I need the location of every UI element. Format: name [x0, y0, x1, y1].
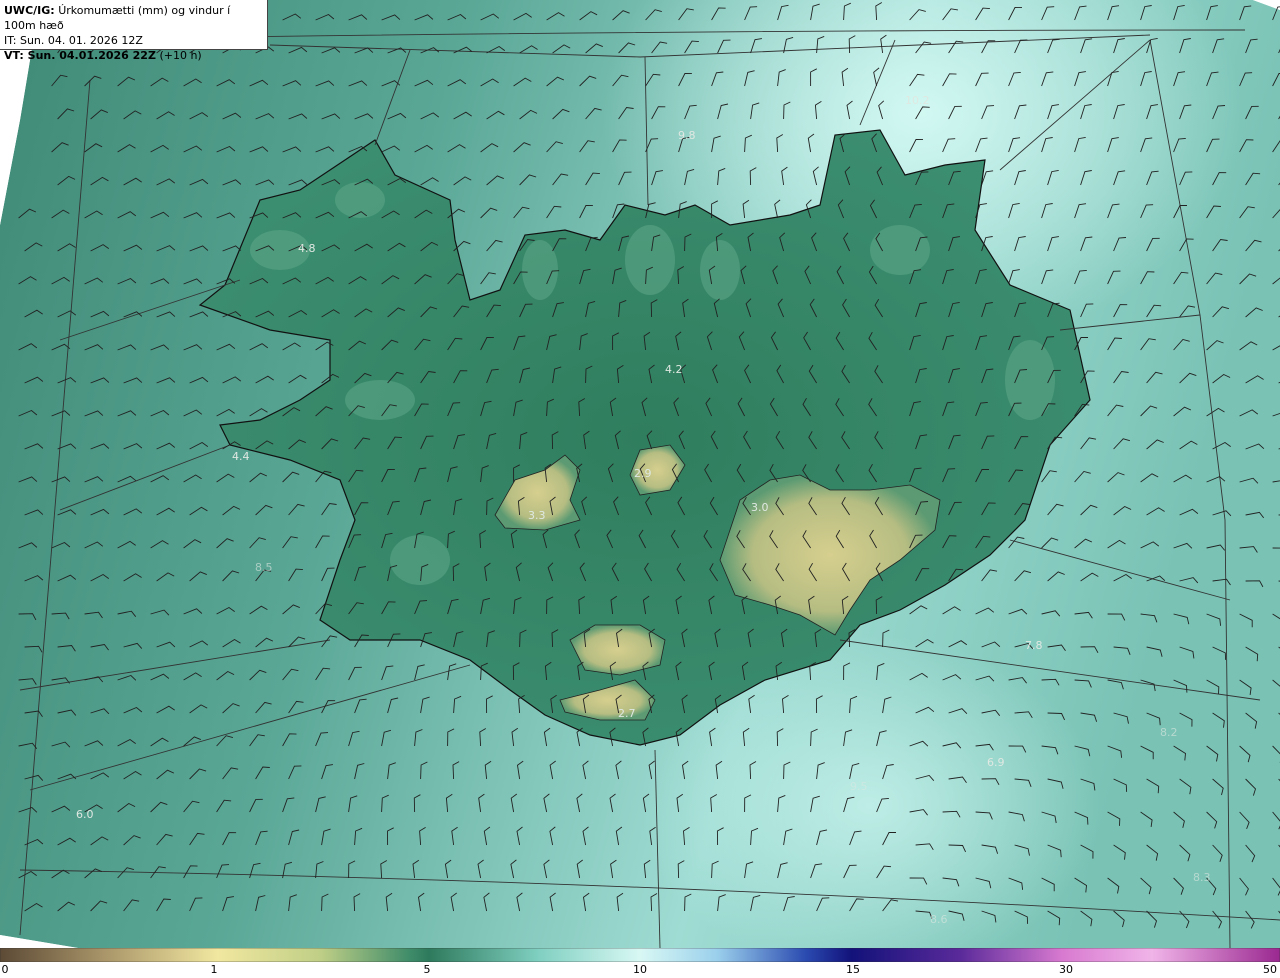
value-label: 6.0 [76, 808, 94, 821]
value-label: 9.8 [678, 129, 696, 142]
map-area: 10.2 9.8 4.8 4.2 4.4 2.9 3.3 3.0 8.5 7.8… [0, 0, 1280, 948]
colorbar-tick: 10 [633, 963, 647, 976]
initial-time: IT: Sun. 04. 01. 2026 12Z [4, 34, 143, 47]
colorbar-tick: 30 [1059, 963, 1073, 976]
value-label: 8.2 [1160, 726, 1178, 739]
colorbar-tick: 15 [846, 963, 860, 976]
value-label: 3.0 [751, 501, 769, 514]
value-label: 10.2 [905, 94, 930, 107]
value-label: 9.5 [850, 780, 868, 793]
forecast-offset: (+10 h) [159, 49, 202, 62]
colorbar-tick: 0 [1, 963, 9, 976]
colorbar-tick: 5 [423, 963, 431, 976]
product-name: UWC/IG: [4, 4, 55, 17]
value-label: 2.7 [618, 707, 636, 720]
value-label: 8.3 [1193, 871, 1211, 884]
precipitation-wind-map: 10.2 9.8 4.8 4.2 4.4 2.9 3.3 3.0 8.5 7.8… [0, 0, 1280, 948]
value-label: 4.4 [232, 450, 250, 463]
colorbar [0, 948, 1280, 962]
value-label: 3.3 [528, 509, 546, 522]
value-label: 2.9 [634, 467, 652, 480]
colorbar-legend: 0 1 5 10 15 30 50 [0, 948, 1280, 978]
value-label: 8.5 [255, 561, 273, 574]
colorbar-tick: 50 [1263, 963, 1277, 976]
value-label: 4.2 [665, 363, 683, 376]
title-line: UWC/IG: Úrkomumætti (mm) og vindur í 100… [4, 3, 263, 33]
value-label: 8.6 [930, 913, 948, 926]
valid-time-line: VT: Sun. 04.01.2026 22Z (+10 h) [4, 48, 263, 63]
valid-time: VT: Sun. 04.01.2026 22Z [4, 49, 156, 62]
value-label: 4.8 [298, 242, 316, 255]
value-label: 7.8 [1025, 639, 1043, 652]
value-label: 6.9 [987, 756, 1005, 769]
map-header: UWC/IG: Úrkomumætti (mm) og vindur í 100… [0, 0, 268, 62]
colorbar-tick: 1 [210, 963, 218, 976]
